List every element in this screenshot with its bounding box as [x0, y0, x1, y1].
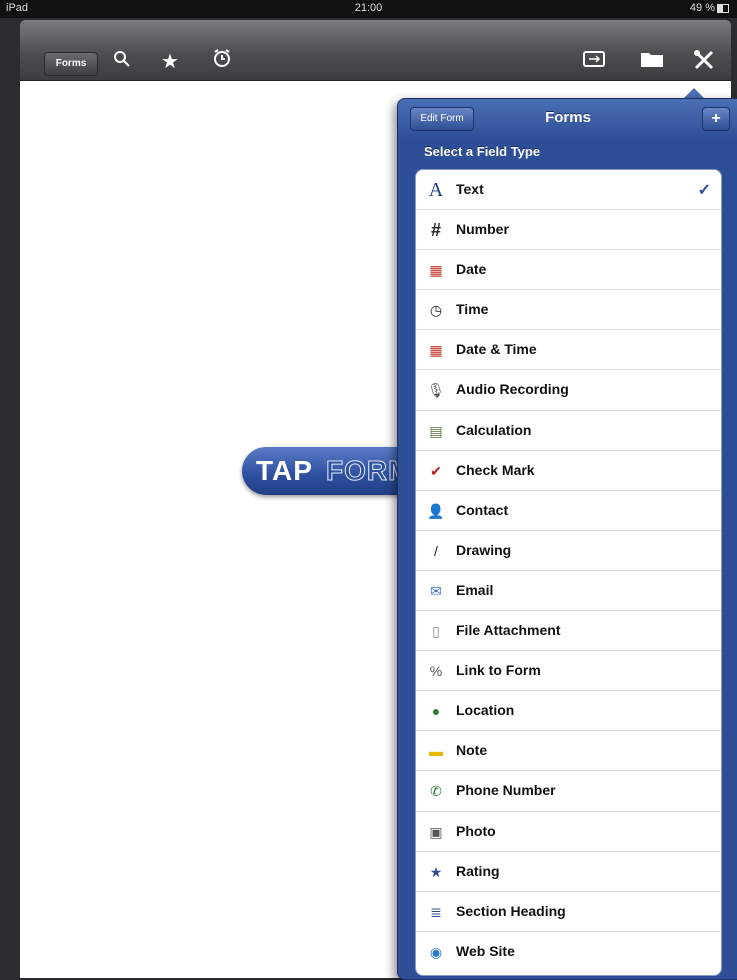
alarm-icon[interactable]	[208, 48, 236, 76]
field-type-label: Number	[456, 221, 509, 238]
field-type-icon: ✔	[430, 462, 442, 479]
field-type-label: Contact	[456, 501, 509, 518]
field-type-icon: ▦	[429, 342, 443, 359]
field-type-row[interactable]: ★ Rating	[416, 852, 721, 892]
field-type-label: Date	[456, 261, 487, 278]
field-type-row[interactable]: ✉ Email	[416, 571, 721, 612]
field-type-icon: ✉	[430, 582, 442, 599]
field-type-row[interactable]: ▣ Photo	[416, 812, 721, 852]
field-type-icon: ▯	[432, 623, 440, 640]
field-type-label: Location	[456, 702, 515, 719]
sync-icon[interactable]	[580, 48, 608, 76]
field-type-label: Drawing	[456, 541, 512, 558]
field-type-row[interactable]: ▬ Note	[416, 731, 721, 772]
field-type-row[interactable]: / Drawing	[416, 531, 721, 571]
field-type-row[interactable]: % Link to Form	[416, 651, 721, 692]
field-type-list: A Text ✓ # Number ▦ Date ◷ Time ▦ Date & Time 🎙 Audi…	[415, 169, 722, 976]
field-type-icon: ▦	[429, 262, 443, 279]
folder-icon[interactable]	[638, 48, 666, 76]
checkmark-icon: ✓	[697, 182, 711, 199]
field-type-icon: ●	[431, 703, 441, 720]
field-type-label: Calculation	[456, 421, 532, 438]
field-type-icon: %	[429, 663, 443, 680]
field-type-icon: ◷	[429, 302, 443, 319]
field-type-row[interactable]: 👤 Contact	[416, 491, 721, 531]
add-button[interactable]: +	[702, 107, 730, 131]
tools-icon[interactable]	[690, 48, 718, 76]
field-type-label: Audio Recording	[456, 381, 569, 398]
field-type-label: Date & Time	[456, 341, 537, 358]
field-type-icon: ≣	[430, 903, 442, 920]
field-type-icon: ★	[429, 863, 443, 880]
field-type-label: Link to Form	[456, 662, 541, 679]
field-type-label: Rating	[456, 862, 500, 879]
field-type-icon: #	[430, 220, 441, 241]
star-icon[interactable]: ★	[156, 48, 184, 76]
field-type-label: Photo	[456, 822, 496, 839]
field-type-row[interactable]: ▯ File Attachment	[416, 611, 721, 652]
field-type-label: Web Site	[456, 942, 515, 959]
field-type-icon: A	[428, 179, 444, 201]
field-type-row[interactable]: A Text ✓	[416, 170, 721, 211]
field-type-icon: 👤	[427, 502, 445, 519]
field-type-row[interactable]: ▦ Date	[416, 250, 721, 291]
field-type-label: Check Mark	[456, 461, 535, 478]
field-type-icon: ✆	[430, 783, 442, 800]
popover-title: Forms	[545, 109, 591, 126]
field-type-row[interactable]: # Number	[416, 210, 721, 251]
field-type-row[interactable]: ≣ Section Heading	[416, 892, 721, 932]
field-type-row[interactable]: 🎙 Audio Recording	[416, 370, 721, 411]
field-type-icon: 🎙	[427, 382, 445, 399]
popover-navbar: Edit Form Forms +	[398, 99, 737, 137]
popover-subtitle: Select a Field Type	[424, 144, 541, 159]
field-type-row[interactable]: ● Location	[416, 691, 721, 732]
field-type-icon: ▬	[429, 743, 443, 760]
field-type-label: Email	[456, 581, 494, 598]
battery-indicator: 49 %	[690, 2, 729, 14]
field-type-row[interactable]: ◉ Web Site	[416, 932, 721, 972]
field-type-label: File Attachment	[456, 622, 561, 639]
field-type-row[interactable]: ◷ Time	[416, 290, 721, 331]
field-type-label: Text	[456, 181, 484, 197]
forms-button[interactable]: Forms	[44, 52, 98, 76]
field-type-popover: Edit Form Forms + Select a Field Type AT…	[397, 98, 737, 980]
search-icon[interactable]	[108, 48, 136, 76]
battery-icon	[717, 3, 729, 13]
field-type-row[interactable]: ▦ Date & Time	[416, 330, 721, 371]
field-type-label: Section Heading	[456, 902, 566, 919]
battery-text: 49 %	[689, 2, 715, 14]
status-time: 21:00	[354, 2, 383, 14]
field-type-label: Note	[456, 742, 488, 759]
field-type-row[interactable]: ✆ Phone Number	[416, 771, 721, 812]
field-type-icon: /	[434, 542, 438, 559]
logo-tap-text: TAP	[256, 455, 313, 486]
status-bar: iPad 21:00 49 %	[0, 0, 737, 18]
field-type-icon: ◉	[429, 943, 443, 960]
field-type-row[interactable]: ▤ Calculation	[416, 411, 721, 451]
toolbar: Forms ★	[20, 20, 731, 81]
field-type-label: Phone Number	[456, 782, 556, 799]
field-type-row[interactable]: ✔ Check Mark	[416, 451, 721, 491]
field-type-icon: ▣	[429, 823, 443, 840]
field-type-label: Time	[456, 301, 489, 318]
field-type-icon: ▤	[429, 422, 443, 439]
